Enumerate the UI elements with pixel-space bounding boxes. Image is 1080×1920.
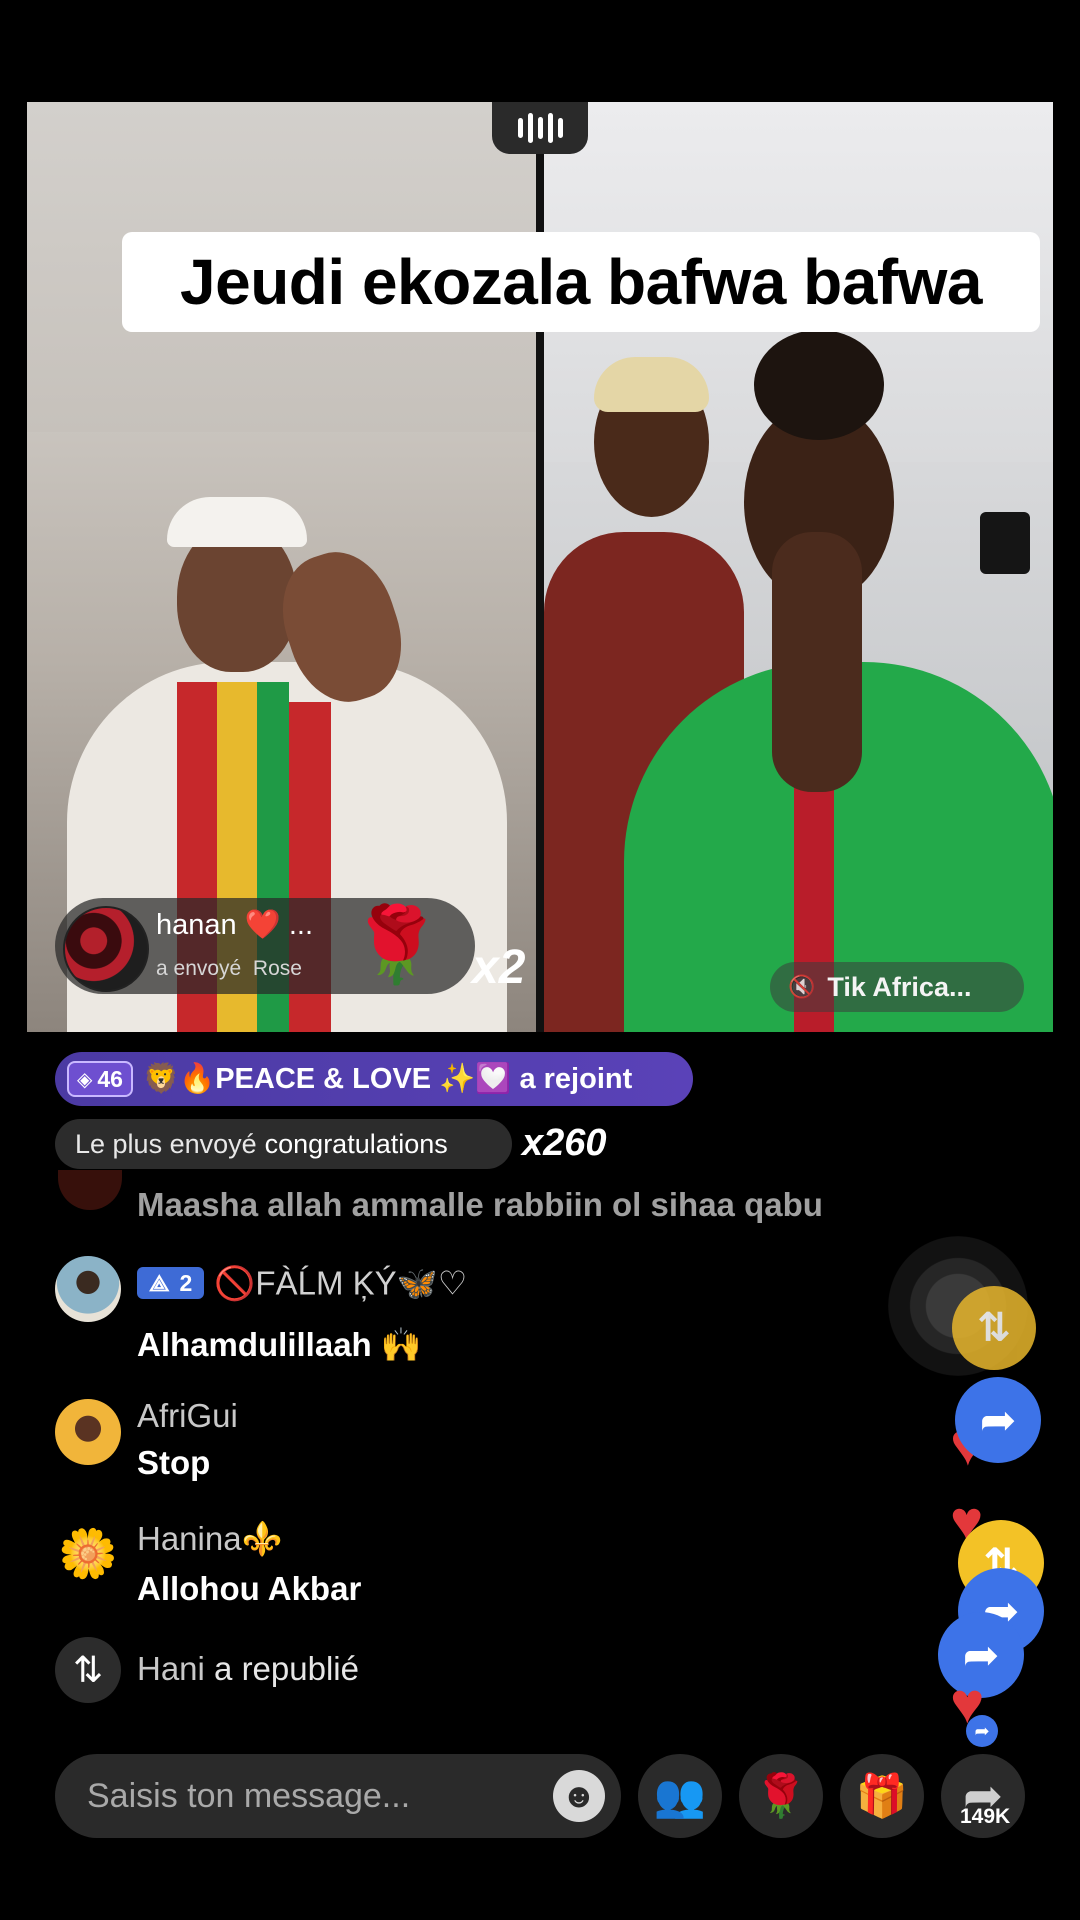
message-input-container[interactable]: ☻ — [55, 1754, 621, 1838]
repost-icon: ⇅ — [55, 1637, 121, 1703]
rank-badge: ⟁ 2 — [137, 1267, 205, 1300]
share-arrow-icon: ➦ — [955, 1377, 1041, 1463]
stream-source-label: Tik Africa... — [827, 971, 972, 1002]
most-sent-item: congratulations — [264, 1128, 448, 1159]
speaker — [980, 512, 1030, 574]
join-notification: ◈ 46 🦁🔥PEACE & LOVE ✨💟 a rejoint — [55, 1052, 693, 1106]
chat-avatar-faded — [58, 1170, 122, 1210]
stream-source-pill[interactable]: 🔇 Tik Africa... — [770, 962, 1024, 1012]
floating-repost-icon: ⇅ — [952, 1286, 1036, 1370]
guests-icon[interactable]: 👥 — [638, 1754, 722, 1838]
title-banner: Jeudi ekozala bafwa bafwa — [122, 232, 1040, 332]
woman-hair — [754, 330, 884, 440]
rose-gift-button[interactable]: 🌹 — [739, 1754, 823, 1838]
daisy-avatar-icon[interactable]: 🌼 — [55, 1520, 121, 1586]
white-cap — [167, 497, 307, 547]
gift-sender-avatar[interactable] — [63, 906, 149, 992]
level-number: 46 — [97, 1065, 123, 1092]
muted-speaker-icon: 🔇 — [788, 974, 816, 999]
man-hair — [594, 357, 709, 412]
rose-gift-icon: 🌹 — [350, 903, 443, 986]
join-text: 🦁🔥PEACE & LOVE ✨💟 a rejoint — [142, 1063, 633, 1095]
chat-message-text: Stop — [137, 1444, 211, 1481]
message-input[interactable] — [85, 1775, 529, 1817]
gift-count: x2 — [472, 941, 526, 994]
level-badge: ◈ 46 — [67, 1061, 133, 1097]
chat-username[interactable]: Hanina⚜️ — [137, 1520, 283, 1559]
chat-message-text: Alhamdulillaah 🙌 — [137, 1326, 422, 1363]
audio-wave-handle[interactable] — [492, 102, 588, 154]
gift-sender-name: hanan ❤️ ... — [156, 909, 314, 941]
praying-hands — [772, 532, 862, 792]
chat-message-text: Allohou Akbar — [137, 1570, 362, 1607]
gift-box-icon[interactable]: 🎁 — [840, 1754, 924, 1838]
triangle-icon: ⟁ — [149, 1269, 170, 1296]
most-sent-banner: Le plus envoyé congratulations — [55, 1119, 512, 1169]
most-sent-count: x260 — [522, 1122, 607, 1164]
chat-message-faded: Maasha allah ammalle rabbiin ol sihaa qa… — [137, 1186, 823, 1223]
share-count: 149K — [960, 1805, 1011, 1828]
share-arrow-icon: ➦ — [966, 1715, 998, 1747]
gift-description: a envoyé Rose — [156, 957, 302, 980]
chat-username[interactable]: ⟁ 2 🚫FÀĹM ĶÝ🦋♡ — [137, 1262, 467, 1303]
repost-notice: Hani a republié — [137, 1650, 359, 1687]
chat-avatar[interactable] — [55, 1399, 121, 1465]
chat-avatar[interactable] — [55, 1256, 121, 1322]
most-sent-label: Le plus envoyé — [75, 1128, 257, 1159]
gem-icon: ◈ — [77, 1068, 93, 1091]
chat-username[interactable]: AfriGui — [137, 1397, 238, 1435]
emoji-icon[interactable]: ☻ — [553, 1770, 605, 1822]
